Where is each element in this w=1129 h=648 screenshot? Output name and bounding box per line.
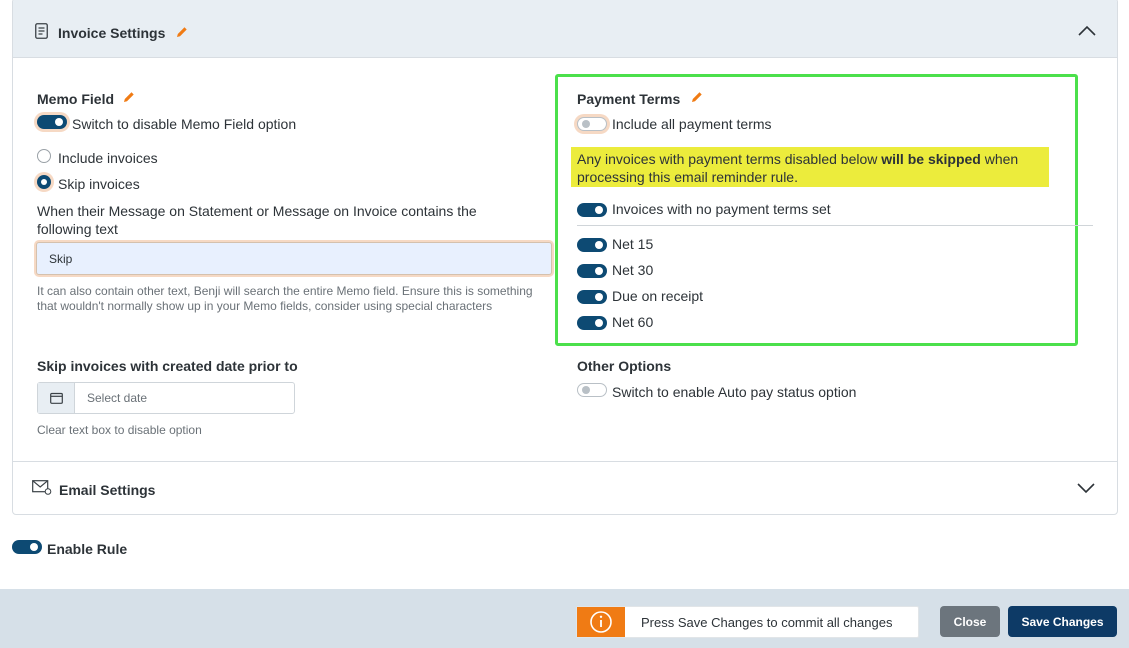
enable-rule-label: Enable Rule <box>47 541 128 557</box>
memo-help-text: It can also contain other text, Benji wi… <box>37 284 533 313</box>
include-all-terms-label: Include all payment terms <box>612 116 772 132</box>
document-icon <box>35 23 48 39</box>
skip-invoices-radio[interactable] <box>37 175 51 189</box>
include-all-terms-toggle[interactable] <box>577 117 607 131</box>
payment-terms-title: Payment Terms <box>577 91 681 107</box>
term-toggle-net-15[interactable] <box>577 238 607 252</box>
autopay-label: Switch to enable Auto pay status option <box>612 384 857 400</box>
pencil-icon[interactable] <box>176 26 188 38</box>
autopay-toggle[interactable] <box>577 383 607 397</box>
memo-contains-label: When their Message on Statement or Messa… <box>37 203 477 237</box>
info-icon <box>590 611 612 633</box>
invoice-settings-header[interactable]: Invoice Settings <box>13 0 1117 58</box>
chevron-down-icon[interactable] <box>1076 482 1096 494</box>
no-terms-label: Invoices with no payment terms set <box>612 201 831 217</box>
memo-field-toggle-label: Switch to disable Memo Field option <box>72 116 297 132</box>
other-options-title: Other Options <box>577 358 672 374</box>
chevron-up-icon[interactable] <box>1077 25 1097 37</box>
term-label-net-30: Net 30 <box>612 262 654 278</box>
skip-date-title: Skip invoices with created date prior to <box>37 358 298 374</box>
notice-icon-box <box>577 607 625 637</box>
email-icon <box>32 480 52 495</box>
calendar-icon <box>50 392 63 404</box>
email-settings-header[interactable]: Email Settings <box>13 462 1117 514</box>
term-toggle-net-30[interactable] <box>577 264 607 278</box>
term-label-net-15: Net 15 <box>612 236 654 252</box>
save-notice: Press Save Changes to commit all changes <box>576 606 919 638</box>
term-toggle-due-on-receipt[interactable] <box>577 290 607 304</box>
warning-text: Any invoices with payment terms disabled… <box>577 151 1019 185</box>
include-invoices-label[interactable]: Include invoices <box>58 150 158 166</box>
include-invoices-radio[interactable] <box>37 149 51 163</box>
save-notice-text: Press Save Changes to commit all changes <box>641 615 893 630</box>
skip-invoices-label[interactable]: Skip invoices <box>58 176 140 192</box>
terms-divider <box>577 225 1093 226</box>
no-terms-toggle[interactable] <box>577 203 607 217</box>
term-label-due-on-receipt: Due on receipt <box>612 288 704 304</box>
enable-rule-toggle[interactable] <box>12 540 42 554</box>
pencil-icon[interactable] <box>123 91 135 103</box>
skip-date-help-text: Clear text box to disable option <box>37 423 202 437</box>
email-settings-title: Email Settings <box>59 482 156 498</box>
date-input[interactable] <box>76 383 294 413</box>
date-picker <box>37 382 295 414</box>
memo-text-input[interactable] <box>36 242 552 275</box>
memo-field-toggle[interactable] <box>37 115 67 129</box>
pencil-icon[interactable] <box>691 91 703 103</box>
term-toggle-net-60[interactable] <box>577 316 607 330</box>
save-changes-button[interactable]: Save Changes <box>1008 606 1117 637</box>
calendar-button[interactable] <box>38 383 75 413</box>
invoice-settings-title: Invoice Settings <box>58 25 166 41</box>
close-button[interactable]: Close <box>940 606 1000 637</box>
memo-field-title: Memo Field <box>37 91 115 107</box>
term-label-net-60: Net 60 <box>612 314 654 330</box>
